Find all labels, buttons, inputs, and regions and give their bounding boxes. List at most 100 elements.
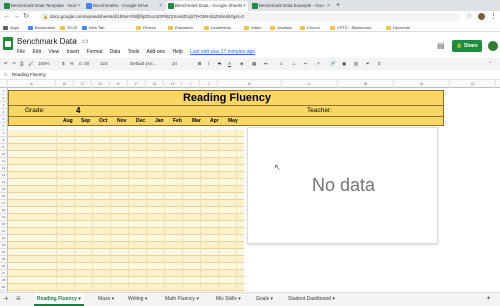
reload-icon[interactable]: ↻: [23, 12, 29, 22]
bookmark-item[interactable]: Church: [300, 24, 320, 31]
column-header-f[interactable]: F: [128, 80, 146, 88]
formula-input[interactable]: Reading Fluency: [12, 70, 46, 79]
bookmark-item[interactable]: Vacation: [270, 24, 292, 31]
row-number[interactable]: 4: [0, 109, 8, 116]
row-number[interactable]: 2: [0, 95, 8, 102]
close-icon[interactable]: ×: [159, 1, 162, 11]
redo-icon[interactable]: ↷: [12, 60, 16, 68]
row-number[interactable]: 28: [0, 277, 8, 284]
last-edit-link[interactable]: Last edit was 17 minutes ago: [190, 49, 255, 55]
bookmark-item[interactable]: Housesitt: [386, 24, 410, 31]
column-header-l[interactable]: L: [282, 80, 338, 88]
menu-data[interactable]: Data: [110, 49, 121, 55]
table-row[interactable]: 28: [0, 277, 500, 284]
add-sheet-icon[interactable]: +: [4, 294, 9, 303]
merge-icon[interactable]: ⇹: [264, 60, 268, 68]
row-number[interactable]: 19: [0, 214, 8, 221]
currency-button[interactable]: $: [62, 60, 65, 68]
column-header-o[interactable]: O: [450, 80, 496, 88]
month-label-sep[interactable]: Sep: [81, 117, 90, 126]
month-label-dec[interactable]: Dec: [136, 117, 145, 126]
table-row[interactable]: 27: [0, 270, 500, 277]
row-number[interactable]: 6: [0, 123, 8, 130]
column-header-j[interactable]: J: [200, 80, 218, 88]
column-header-m[interactable]: M: [338, 80, 394, 88]
sheets-logo-icon[interactable]: [3, 37, 13, 50]
font-size-select[interactable]: 24: [172, 60, 177, 68]
comment-icon[interactable]: ▤: [437, 41, 445, 50]
row-number[interactable]: 12: [0, 165, 8, 172]
bookmark-item[interactable]: Visitio: [244, 24, 262, 31]
month-label-may[interactable]: May: [228, 117, 238, 126]
italic-button[interactable]: I: [208, 60, 209, 68]
filter-icon[interactable]: ⏷: [366, 60, 370, 68]
browser-tab-2[interactable]: Benchmarks - Google Drive ×: [84, 1, 164, 11]
avatar[interactable]: [488, 41, 498, 51]
title-band[interactable]: Reading Fluency: [8, 90, 444, 106]
fill-color-icon[interactable]: ◈: [240, 60, 243, 68]
insert-comment-icon[interactable]: ▣: [342, 60, 346, 68]
sheet-tab-reading-fluency[interactable]: Reading Fluency ▾: [34, 293, 84, 306]
paint-format-icon[interactable]: 🖌: [28, 60, 34, 68]
column-header-h[interactable]: H: [164, 80, 182, 88]
row-number[interactable]: 5: [0, 116, 8, 123]
print-icon[interactable]: ⎙: [20, 60, 24, 68]
borders-icon[interactable]: ▦: [252, 60, 256, 68]
row-number[interactable]: 25: [0, 256, 8, 263]
row-number[interactable]: 8: [0, 137, 8, 144]
bold-button[interactable]: B: [198, 60, 201, 68]
avatar[interactable]: [478, 13, 485, 20]
browser-tab-3[interactable]: Benchmark Data - Google Sheets ×: [166, 1, 248, 11]
column-header-c[interactable]: C: [74, 80, 92, 88]
font-select[interactable]: Default (Ari...: [130, 60, 156, 68]
format-select[interactable]: 123: [100, 60, 108, 68]
month-label-nov[interactable]: Nov: [117, 117, 126, 126]
row-number[interactable]: 23: [0, 242, 8, 249]
row-number[interactable]: 1: [0, 88, 8, 95]
sheet-tab-writing[interactable]: Writing ▾: [128, 293, 147, 306]
rotate-icon[interactable]: ↗: [316, 60, 320, 68]
column-header-n[interactable]: N: [394, 80, 450, 88]
back-icon[interactable]: ←: [3, 12, 10, 22]
menu-addons[interactable]: Add-ons: [146, 49, 165, 55]
move-folder-icon[interactable]: ▭: [82, 37, 89, 45]
chart-panel[interactable]: No data ↖: [247, 127, 438, 244]
sheet-tab-math-fluency[interactable]: Math Fluency ▾: [165, 293, 199, 306]
row-number[interactable]: 7: [0, 130, 8, 137]
sheet-tab-student-dashboard[interactable]: Student Dashboard ▾: [288, 293, 335, 306]
column-header-g[interactable]: G: [146, 80, 164, 88]
column-header-k[interactable]: K: [218, 80, 282, 88]
explore-icon[interactable]: ✦: [486, 295, 491, 302]
url-field[interactable]: 🔒 docs.google.com/spreadsheets/d/1b9vnYl…: [40, 13, 460, 21]
undo-icon[interactable]: ↶: [4, 60, 8, 68]
grade-band[interactable]: Grade: 4 Teacher:: [8, 106, 444, 116]
row-number[interactable]: 27: [0, 270, 8, 277]
star-icon[interactable]: ☆: [72, 37, 78, 45]
column-header-a[interactable]: A: [8, 80, 56, 88]
row-number[interactable]: 14: [0, 179, 8, 186]
row-number[interactable]: 24: [0, 249, 8, 256]
row-number[interactable]: 20: [0, 221, 8, 228]
column-header-b[interactable]: B: [56, 80, 74, 88]
month-label-feb[interactable]: Feb: [173, 117, 182, 126]
row-number[interactable]: 10: [0, 151, 8, 158]
table-row[interactable]: 26: [0, 263, 500, 270]
align-icon[interactable]: ≡: [280, 60, 283, 68]
sheet-tab-mix-skills[interactable]: Mix Skills ▾: [216, 293, 241, 306]
forward-icon[interactable]: →: [13, 12, 20, 22]
column-header-i[interactable]: I: [182, 80, 200, 88]
strikethrough-button[interactable]: S: [218, 60, 221, 68]
doc-title[interactable]: Benchmark Data: [17, 37, 77, 46]
menu-tools[interactable]: Tools: [128, 49, 140, 55]
row-number[interactable]: 21: [0, 228, 8, 235]
zoom-select[interactable]: 100%: [38, 60, 50, 68]
bookmark-item[interactable]: Education: [168, 24, 193, 31]
valign-icon[interactable]: ⊥: [292, 60, 296, 68]
table-row[interactable]: 25: [0, 256, 500, 263]
close-icon[interactable]: ×: [77, 1, 80, 11]
month-label-mar[interactable]: Mar: [192, 117, 201, 126]
row-number[interactable]: 26: [0, 263, 8, 270]
row-number[interactable]: 9: [0, 144, 8, 151]
select-all-corner[interactable]: [0, 80, 8, 88]
menu-insert[interactable]: Insert: [67, 49, 80, 55]
